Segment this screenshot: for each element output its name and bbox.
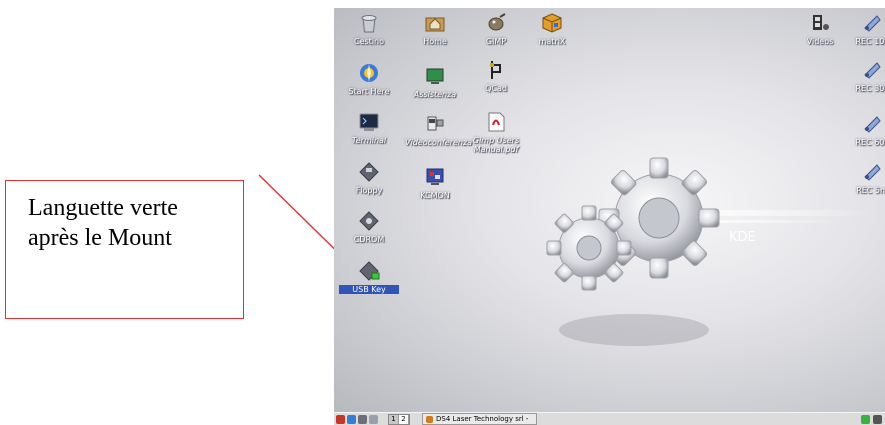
film-icon: [813, 15, 829, 30]
system-tray: [861, 414, 882, 424]
desktop-icon-qcad[interactable]: QCad: [466, 59, 526, 93]
kde-wordmark: KDE: [729, 230, 756, 245]
desktop-icon-rec-10s[interactable]: REC 10s: [842, 12, 885, 46]
kde-desktop: KDE Cestino Start Here Terminal Floppy C…: [334, 8, 885, 412]
desktop-icon-start-here[interactable]: Start Here: [339, 62, 399, 96]
pager-desktop-1[interactable]: 1: [389, 414, 399, 424]
cdrom-icon: [359, 211, 379, 231]
record-icon: [864, 164, 881, 181]
pager-desktop-2[interactable]: 2: [399, 414, 409, 424]
desktop-icon-rec-30s[interactable]: REC 30s: [842, 59, 885, 93]
desktop-icon-label: matriX: [538, 37, 566, 46]
kde-menu-icon[interactable]: [336, 414, 345, 424]
terminal-icon: [359, 113, 379, 131]
desktop-pager[interactable]: 1 2: [388, 413, 410, 425]
desktop-icon-label: Home: [423, 37, 447, 46]
pdf-icon: [488, 112, 505, 132]
desktop-icon-gimp[interactable]: GIMP: [466, 12, 526, 46]
desktop-icon-cdrom[interactable]: CDROM: [339, 210, 399, 244]
record-icon: [864, 116, 881, 133]
trash-icon: [361, 15, 377, 33]
desktop-icon-label: Videoconferenza: [405, 138, 473, 147]
desktop-icon-label: KCMON: [420, 191, 450, 200]
record-icon: [864, 15, 881, 32]
desktop-icon-label: REC 5m: [856, 186, 885, 195]
desktop-icon-cestino[interactable]: Cestino: [339, 12, 399, 46]
desktop-icon-label: Terminal: [351, 136, 387, 145]
desktop-icon-label: Gimp Users: [472, 136, 520, 145]
desktop-icon-label: GIMP: [485, 37, 507, 46]
home-folder-icon: [425, 17, 445, 32]
desktop-icon-label: Start Here: [348, 87, 390, 96]
gimp-icon: [488, 13, 506, 31]
start-here-icon: [360, 64, 378, 82]
usb-key-icon: [359, 261, 380, 281]
monitor-icon: [426, 68, 444, 84]
desktop-icon-home[interactable]: Home: [405, 12, 465, 46]
desktop-icon-label: REC 30s: [855, 84, 885, 93]
desktop-icon-terminal[interactable]: Terminal: [339, 111, 399, 145]
desktop-icon-label: REC 10s: [855, 37, 885, 46]
desktop-icon-label: CDROM: [353, 235, 385, 244]
kde-taskbar: 1 2 DS4 Laser Technology srl -: [334, 412, 885, 425]
desktop-icon-matrix[interactable]: matriX: [522, 12, 582, 46]
desktop-icon-assistenza[interactable]: Assistenza: [405, 65, 465, 99]
desktop-icon-label: QCad: [485, 84, 507, 93]
annotation-callout-box: Languette verte après le Mount: [5, 180, 244, 319]
terminal-launcher-icon[interactable]: [358, 414, 367, 424]
record-icon: [864, 62, 881, 79]
browser-launcher-icon[interactable]: [347, 414, 356, 424]
desktop-icon-label: Assistenza: [413, 90, 457, 99]
desktop-icon-label-line2: Manual.pdf: [473, 145, 519, 154]
desktop-icon-label: USB Key: [339, 285, 399, 294]
tray-volume-icon[interactable]: [873, 414, 882, 424]
kcmon-icon: [426, 168, 444, 185]
desktop-launcher-icon[interactable]: [369, 414, 378, 424]
desktop-icon-floppy[interactable]: Floppy: [339, 161, 399, 195]
desktop-icon-gimp-manual[interactable]: Gimp Users Manual.pdf: [466, 111, 526, 154]
desktop-icon-label: Floppy: [355, 186, 383, 195]
taskbar-task-button[interactable]: DS4 Laser Technology srl -: [422, 413, 537, 425]
desktop-icon-videoconferenza[interactable]: Videoconferenza: [405, 113, 473, 147]
desktop-icon-label: Cestino: [354, 37, 384, 46]
desktop-icon-rec-60s[interactable]: REC 60s: [842, 113, 885, 147]
desktop-icon-videos[interactable]: Videos: [790, 12, 850, 46]
floppy-icon: [359, 162, 379, 182]
desktop-icon-kcmon[interactable]: KCMON: [405, 166, 465, 200]
annotation-text: Languette verte après le Mount: [28, 195, 178, 251]
desktop-icon-label: REC 60s: [855, 138, 885, 147]
task-label: DS4 Laser Technology srl -: [436, 415, 529, 423]
desktop-icon-rec-5m[interactable]: REC 5m: [842, 161, 885, 195]
tray-network-icon[interactable]: [861, 414, 870, 424]
desktop-icon-label: Videos: [806, 37, 834, 46]
task-window-icon: [426, 415, 433, 423]
cube-icon: [542, 13, 562, 33]
qcad-icon: [490, 61, 501, 79]
videoconference-icon: [427, 116, 444, 131]
desktop-icon-usb-key[interactable]: USB Key: [339, 260, 399, 294]
